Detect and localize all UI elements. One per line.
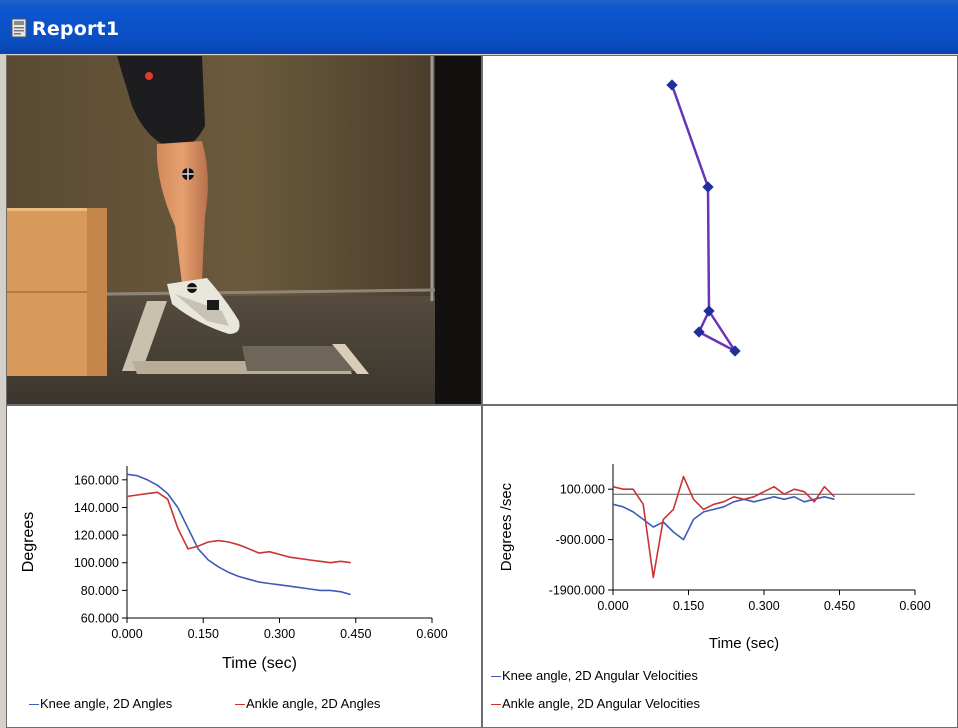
heel-joint-marker [693,326,705,338]
angles-y-tick-label: 140.000 [74,501,119,515]
velocity-x-tick-label: 0.450 [824,599,855,613]
hip-joint-marker [666,79,678,91]
legend-ankle-angle: Ankle angle, 2D Angles [235,696,380,711]
angles-y-tick-label: 160.000 [74,473,119,487]
velocity-x-tick-label: 0.300 [748,599,779,613]
legend-knee-swatch [29,704,39,706]
angles-series-ankle-line [126,491,351,564]
velocity-x-tick-label: 0.150 [673,599,704,613]
angles-x-tick-label: 0.600 [416,627,447,641]
stick-figure-panel[interactable] [482,55,958,405]
report-window: Report1 160.000 140.000 120.000 100.000 … [0,0,958,728]
legend-knee-velocity-label: Knee angle, 2D Angular Velocities [502,668,698,683]
title-bar[interactable]: Report1 [0,0,958,54]
knee-joint-marker [702,181,714,193]
legend-knee-label: Knee angle, 2D Angles [40,696,173,711]
angles-chart-panel[interactable]: 160.000 140.000 120.000 100.000 80.000 60.000… [6,405,482,728]
stick-figure-diagram [666,79,741,357]
velocity-series-knee-line [612,496,835,541]
legend-knee-angle: Knee angle, 2D Angles [29,696,172,711]
angles-y-tick-label: 120.000 [74,529,119,543]
angles-x-axis-label: Time (sec) [222,655,297,672]
velocity-x-tick-label: 0.000 [597,599,628,613]
velocities-chart-panel[interactable]: 100.000 -900.000 -1900.000 0.000 0.150 0.300 0… [482,405,958,728]
angles-y-tick-label: 100.000 [74,556,119,570]
legend-ankle-label: Ankle angle, 2D Angles [246,696,381,711]
legend-ankle-swatch [235,704,245,706]
angles-chart: 160.000 140.000 120.000 100.000 80.000 60.000… [20,466,448,672]
ankle-marker [187,283,197,293]
legend-ankle-velocity-swatch [491,704,501,706]
legend-ankle-velocity: Ankle angle, 2D Angular Velocities [491,696,700,711]
angles-x-tick-label: 0.450 [340,627,371,641]
angles-series-knee-line [126,473,351,596]
angles-y-tick-label: 60.000 [81,612,119,626]
window-title: Report1 [32,18,120,40]
legend-knee-velocity: Knee angle, 2D Angular Velocities [491,668,698,683]
video-frame-panel[interactable] [6,55,482,405]
velocity-series-ankle-line [612,475,836,579]
legend-knee-velocity-swatch [491,676,501,678]
angles-y-axis-label: Degrees [20,512,37,572]
velocity-y-tick-label: -900.000 [556,533,605,547]
velocity-y-tick-label: -1900.000 [549,584,605,598]
velocity-x-tick-label: 0.600 [899,599,930,613]
velocity-y-tick-label: 100.000 [560,483,605,497]
knee-marker [182,168,194,180]
angles-x-tick-label: 0.300 [264,627,295,641]
velocity-x-axis-label: Time (sec) [709,635,779,652]
angles-y-tick-label: 80.000 [81,584,119,598]
legend-ankle-velocity-label: Ankle angle, 2D Angular Velocities [502,696,701,711]
velocity-y-axis-label: Degrees /sec [498,482,515,571]
athlete-video-frame [7,56,481,404]
angles-x-tick-label: 0.000 [111,627,142,641]
angles-x-tick-label: 0.150 [188,627,219,641]
report-document-icon[interactable] [11,18,27,38]
